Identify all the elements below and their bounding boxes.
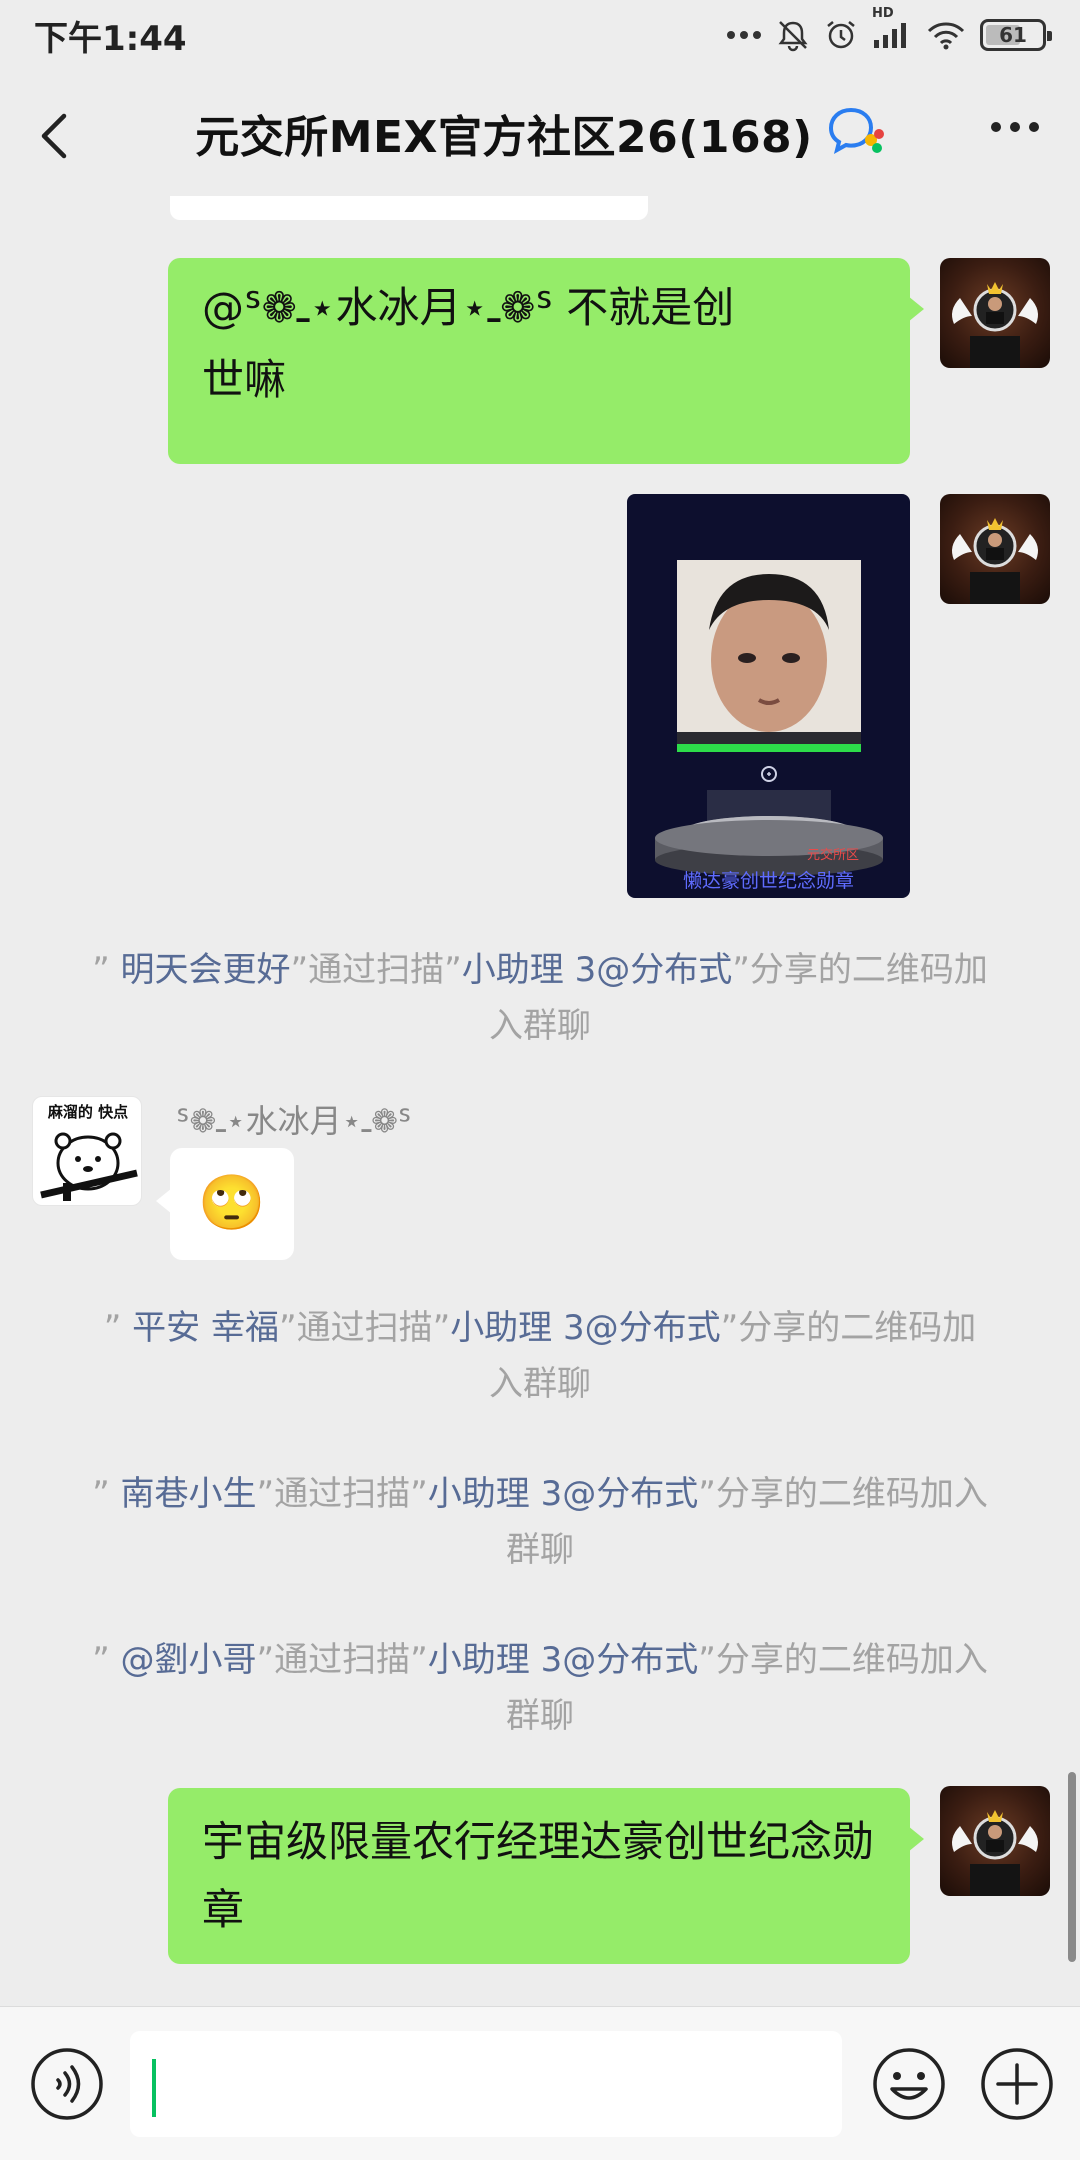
- medal-pedestal-graphic: [655, 766, 883, 876]
- system-text: ”通过扫描”: [256, 1640, 428, 1680]
- status-time: 下午1:44: [34, 18, 187, 59]
- member-name-link[interactable]: 南巷小生: [121, 1474, 257, 1514]
- system-text: ”通过扫描”: [256, 1474, 428, 1514]
- emoji-eye-roll: 🙄: [198, 1171, 266, 1234]
- message-text-line: 世嘛: [202, 355, 287, 404]
- battery-level: 61: [999, 23, 1027, 47]
- voice-button[interactable]: [28, 2045, 106, 2127]
- system-message: ” 明天会更好”通过扫描”小助理 3@分布式”分享的二维码加入群聊: [90, 942, 990, 1054]
- image-caption: 懒达豪创世纪念勋章: [682, 870, 854, 892]
- system-message: ” @劉小哥”通过扫描”小助理 3@分布式”分享的二维码加入群聊: [90, 1632, 990, 1744]
- network-type: HD: [872, 6, 894, 21]
- wifi-icon: [926, 20, 966, 50]
- winged-avatar-icon: [952, 282, 1038, 368]
- image-watermark: 元交所区: [807, 848, 860, 863]
- chat-title: 元交所MEX官方社区26(168): [195, 112, 813, 163]
- more-dots-icon: [991, 122, 1039, 132]
- smiley-icon: [873, 2048, 945, 2120]
- winged-avatar-icon: [952, 1810, 1038, 1896]
- emoji-button[interactable]: [870, 2045, 948, 2127]
- status-icons: HD 61: [726, 6, 1052, 52]
- previous-message-bubble[interactable]: [170, 196, 648, 220]
- input-bar: [0, 2006, 1080, 2160]
- message-text: 宇宙级限量农行经理达豪创世纪念勋章: [202, 1817, 875, 1934]
- my-avatar[interactable]: [940, 1786, 1050, 1896]
- member-name-link[interactable]: 平安 幸福: [132, 1308, 279, 1348]
- quote-mark: ”: [92, 1640, 121, 1680]
- inviter-name-link[interactable]: 小助理 3@分布式: [428, 1640, 698, 1680]
- system-text: ”通过扫描”: [290, 950, 462, 990]
- system-message: ” 南巷小生”通过扫描”小助理 3@分布式”分享的二维码加入群聊: [90, 1466, 990, 1578]
- winged-avatar-icon: [952, 518, 1038, 604]
- inviter-name-link[interactable]: 小助理 3@分布式: [462, 950, 732, 990]
- quote-mark: ”: [92, 950, 121, 990]
- plus-icon: [981, 2048, 1053, 2120]
- back-button[interactable]: [36, 108, 76, 164]
- more-button[interactable]: [990, 118, 1040, 137]
- my-avatar[interactable]: [940, 494, 1050, 604]
- bear-caption: 麻溜的 快点: [47, 1103, 129, 1121]
- message-input[interactable]: [130, 2031, 842, 2137]
- mute-bell-icon: [776, 18, 810, 52]
- my-avatar[interactable]: [940, 258, 1050, 368]
- scrollbar[interactable]: [1068, 1772, 1076, 1962]
- chat-header: 元交所MEX官方社区26(168): [0, 70, 1080, 196]
- battery-icon: 61: [980, 19, 1052, 51]
- message-text-line: @ᔆ❁ـ⋆水冰月⋆ـ❁ᔆ 不就是创: [202, 283, 735, 332]
- inviter-name-link[interactable]: 小助理 3@分布式: [450, 1308, 720, 1348]
- more-dots-icon: [726, 30, 762, 40]
- text-cursor: [152, 2059, 156, 2117]
- member-name-link[interactable]: @劉小哥: [121, 1640, 257, 1680]
- member-message-bubble[interactable]: 🙄: [156, 1148, 294, 1260]
- community-icon[interactable]: [827, 106, 885, 160]
- my-message-bubble[interactable]: 宇宙级限量农行经理达豪创世纪念勋章: [168, 1788, 924, 1964]
- inviter-name-link[interactable]: 小助理 3@分布式: [428, 1474, 698, 1514]
- voice-icon: [31, 2048, 103, 2120]
- chevron-left-icon: [41, 113, 67, 159]
- chat-list[interactable]: @ᔆ❁ـ⋆水冰月⋆ـ❁ᔆ 不就是创 世嘛 元交所区 懒达豪创世纪念勋章 ” 明天…: [0, 196, 1080, 2006]
- signal-icon: HD: [872, 6, 912, 50]
- quote-mark: ”: [92, 1474, 121, 1514]
- system-message: ” 平安 幸福”通过扫描”小助理 3@分布式”分享的二维码加入群聊: [90, 1300, 990, 1412]
- system-text: ”通过扫描”: [278, 1308, 451, 1348]
- quote-mark: ”: [103, 1308, 133, 1348]
- more-actions-button[interactable]: [978, 2045, 1056, 2127]
- member-name-link[interactable]: 明天会更好: [121, 950, 291, 990]
- title-wrap: 元交所MEX官方社区26(168): [195, 101, 885, 165]
- sender-name: ᔆ❁ـ⋆水冰月⋆ـ❁ᔆ: [176, 1102, 412, 1140]
- my-message-bubble[interactable]: @ᔆ❁ـ⋆水冰月⋆ـ❁ᔆ 不就是创 世嘛: [168, 258, 924, 464]
- alarm-icon: [824, 18, 858, 52]
- image-message[interactable]: 元交所区 懒达豪创世纪念勋章: [627, 494, 910, 898]
- member-avatar[interactable]: 麻溜的 快点: [32, 1096, 142, 1206]
- status-bar: 下午1:44 HD 61: [0, 0, 1080, 70]
